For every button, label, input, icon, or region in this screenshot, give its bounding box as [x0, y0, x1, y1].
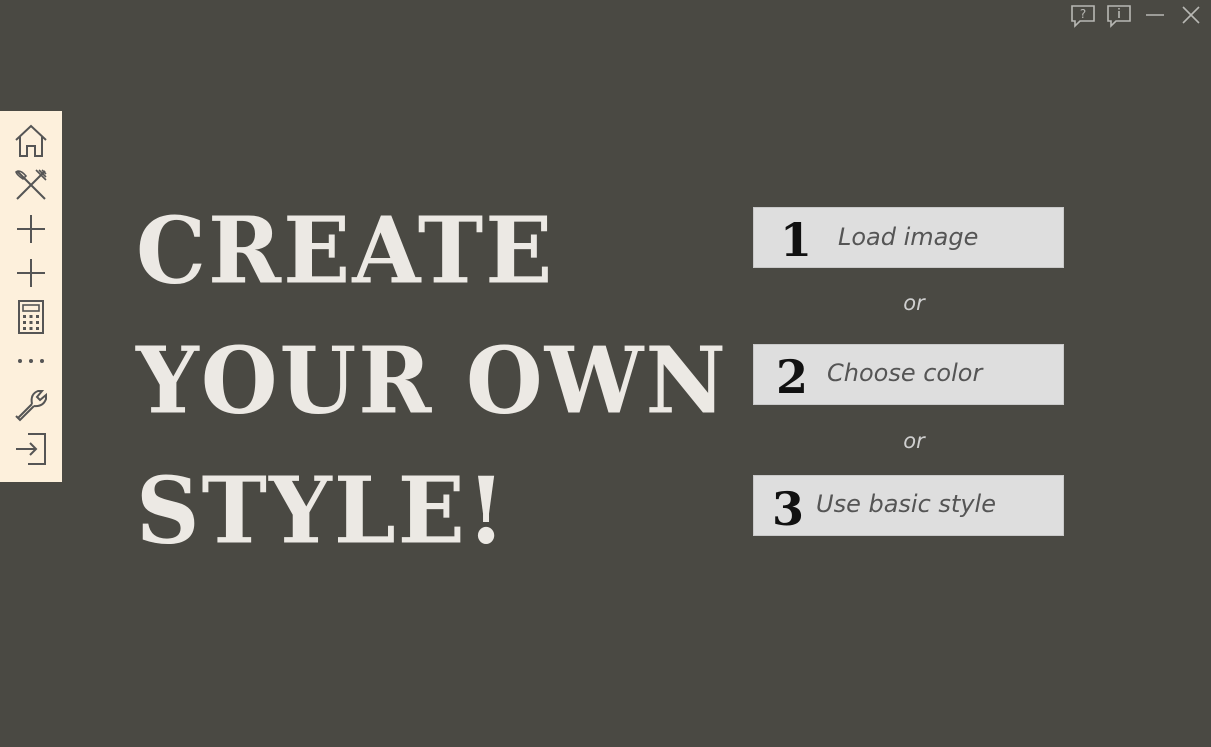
minimize-icon[interactable]: [1141, 3, 1169, 29]
option-label: Load image: [838, 223, 979, 251]
window-controls: ?: [1069, 3, 1205, 29]
help-question-icon[interactable]: ?: [1069, 3, 1097, 29]
option-label: Choose color: [827, 359, 983, 387]
option-number: 1: [780, 213, 813, 267]
fork-knife-icon[interactable]: [11, 165, 51, 205]
option-label: Use basic style: [816, 490, 996, 518]
headline: CREATE YOUR OWN STYLE!: [136, 186, 728, 576]
sign-out-icon[interactable]: [11, 429, 51, 469]
plus-icon[interactable]: [11, 253, 51, 293]
wrench-icon[interactable]: [11, 385, 51, 425]
choose-color-button[interactable]: 2 Choose color: [753, 344, 1064, 405]
more-dots-icon[interactable]: [11, 341, 51, 381]
headline-line-2: YOUR OWN: [136, 326, 728, 435]
load-image-button[interactable]: 1 Load image: [753, 207, 1064, 268]
sidebar: [0, 111, 62, 482]
option-number: 3: [772, 482, 805, 536]
home-icon[interactable]: [11, 121, 51, 161]
option-number: 2: [776, 350, 809, 404]
or-separator: or: [903, 291, 925, 315]
close-icon[interactable]: [1177, 3, 1205, 29]
plus-icon[interactable]: [11, 209, 51, 249]
svg-text:?: ?: [1080, 7, 1086, 21]
calculator-icon[interactable]: [11, 297, 51, 337]
headline-line-1: CREATE: [136, 196, 555, 305]
headline-line-3: STYLE!: [136, 456, 508, 565]
or-separator: or: [903, 429, 925, 453]
info-icon[interactable]: [1105, 3, 1133, 29]
use-basic-style-button[interactable]: 3 Use basic style: [753, 475, 1064, 536]
